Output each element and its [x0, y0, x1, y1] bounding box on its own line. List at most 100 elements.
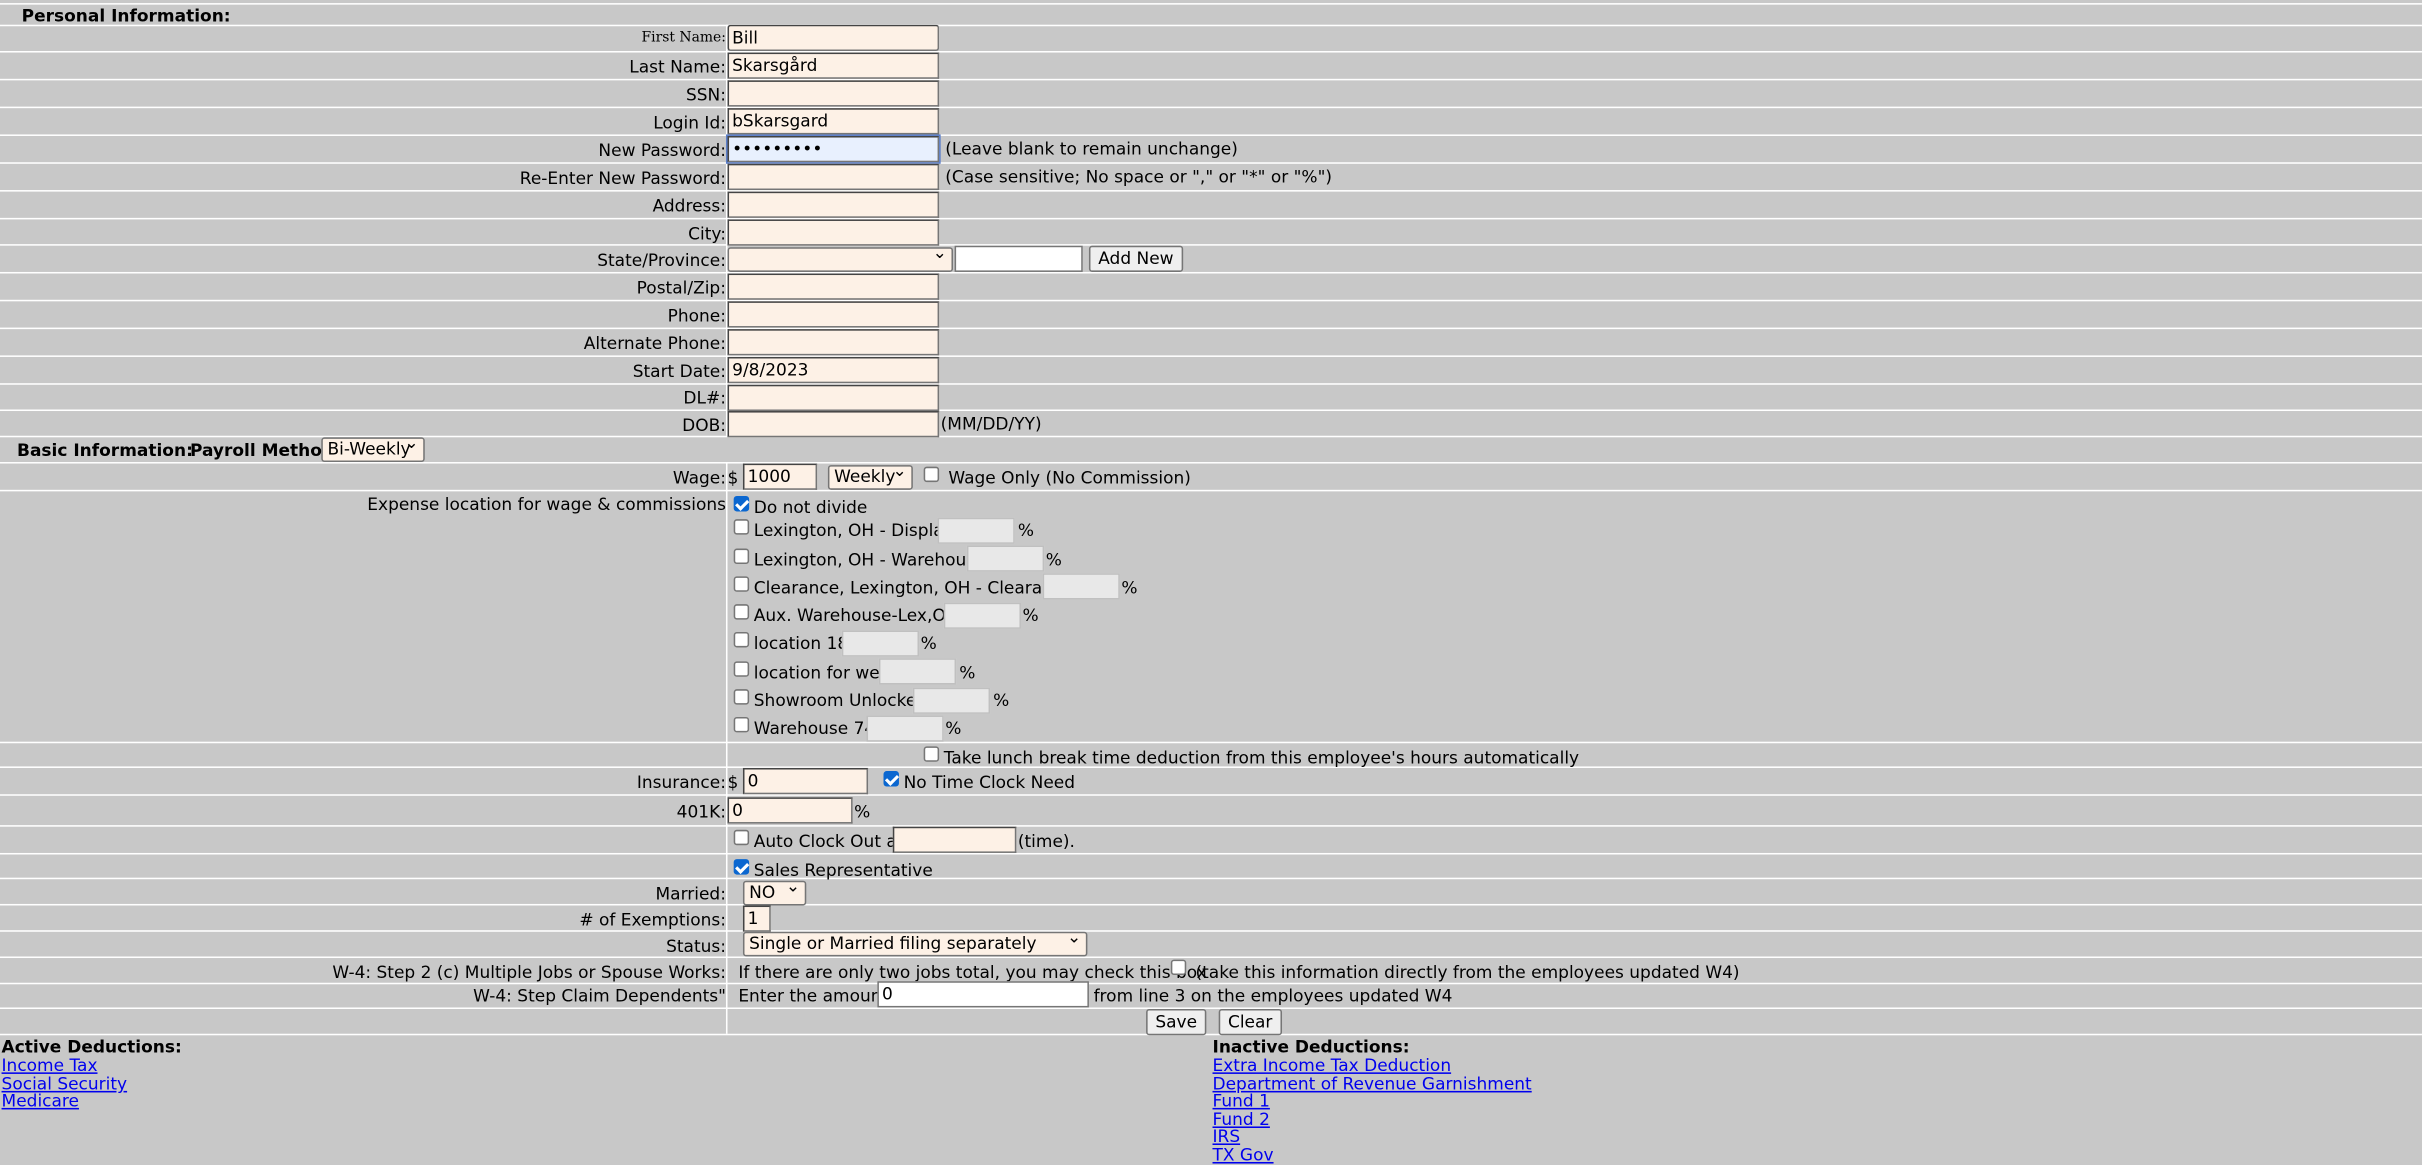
row-line [0, 825, 2422, 827]
active-deduction-link[interactable]: Income Tax [2, 1055, 98, 1075]
location-percent-input[interactable] [937, 517, 1015, 544]
location-label: location 18 [753, 633, 849, 654]
location-checkbox[interactable] [733, 576, 750, 592]
percent-sign: % [959, 662, 976, 683]
location-percent-input[interactable] [841, 630, 920, 657]
city-input[interactable] [727, 219, 940, 246]
expense-location-label: Expense location for wage & commissions [367, 494, 726, 515]
row-line [0, 930, 2422, 932]
k401-percent: % [854, 801, 871, 823]
payroll-method-label: Payroll Method [189, 440, 335, 461]
ssn-input[interactable] [727, 80, 940, 107]
lunch-deduction-checkbox[interactable] [923, 746, 940, 762]
postal-input[interactable] [727, 273, 940, 300]
section-title-personal: Personal Information: [21, 6, 231, 27]
location-checkbox[interactable] [733, 661, 750, 677]
sales-rep-checkbox[interactable] [733, 859, 750, 875]
address-input[interactable] [727, 191, 940, 218]
w4-multiple-jobs-checkbox[interactable] [1170, 959, 1187, 976]
do-not-divide-label: Do not divide [753, 497, 868, 518]
location-percent-input[interactable] [866, 715, 944, 742]
sales-rep-label: Sales Representative [753, 860, 933, 881]
add-new-button[interactable]: Add New [1088, 245, 1183, 272]
state-select[interactable] [727, 247, 954, 272]
location-checkbox[interactable] [733, 548, 750, 564]
wage-only-checkbox[interactable] [923, 466, 940, 483]
start-date-input[interactable]: 9/8/2023 [727, 356, 940, 384]
new-password-input[interactable]: ••••••••• [725, 134, 941, 164]
alt-phone-label: Alternate Phone: [583, 333, 726, 354]
active-deduction-link[interactable]: Medicare [2, 1091, 79, 1111]
row-line [0, 134, 2422, 136]
percent-sign: % [920, 633, 937, 654]
row-line [0, 956, 2422, 959]
location-label: Warehouse 74 [753, 718, 876, 739]
w4-multiple-jobs-note: (take this information directly from the… [1195, 962, 1740, 983]
first-name-input[interactable]: Bill [727, 24, 940, 51]
no-time-clock-label: No Time Clock Need [903, 772, 1076, 793]
k401-input[interactable]: 0 [727, 797, 853, 824]
married-select[interactable]: NO [742, 880, 807, 906]
auto-clock-out-label: Auto Clock Out at [753, 831, 904, 852]
row-line [0, 190, 2422, 192]
employee-form: Personal Information: First Name: Bill L… [0, 0, 2422, 1165]
inactive-deduction-link[interactable]: Extra Income Tax Deduction [1213, 1055, 1452, 1075]
wage-input[interactable]: 1000 [742, 463, 818, 490]
last-name-label: Last Name: [629, 57, 726, 78]
filing-status-select[interactable]: Single or Married filing separately [742, 931, 1088, 957]
row-line [0, 50, 2422, 53]
percent-sign: % [1022, 605, 1039, 626]
w4-multiple-jobs-text: If there are only two jobs total, you ma… [738, 962, 1207, 983]
location-checkbox[interactable] [733, 519, 750, 535]
location-checkbox[interactable] [733, 716, 750, 733]
w4-multiple-jobs-label: W-4: Step 2 (c) Multiple Jobs or Spouse … [332, 962, 726, 983]
insurance-label: Insurance: [636, 772, 726, 793]
last-name-input[interactable]: Skarsgård [727, 52, 940, 79]
location-percent-input[interactable] [878, 658, 957, 685]
inactive-deduction-link[interactable]: IRS [1213, 1126, 1241, 1146]
dob-input[interactable] [727, 411, 940, 438]
save-button[interactable]: Save [1146, 1009, 1207, 1036]
new-state-input[interactable] [954, 245, 1083, 272]
alt-phone-input[interactable] [727, 329, 940, 356]
location-percent-input[interactable] [943, 602, 1021, 629]
row-line [0, 741, 2422, 744]
dl-input[interactable] [727, 384, 940, 412]
percent-sign: % [1017, 520, 1035, 541]
login-id-input[interactable]: bSkarsgard [727, 108, 940, 135]
w4-dependents-text: Enter the amount [738, 985, 889, 1006]
location-percent-input[interactable] [966, 545, 1045, 572]
auto-clock-out-time-input[interactable] [892, 826, 1017, 853]
k401-label: 401K: [676, 801, 726, 823]
payroll-method-select[interactable]: Bi-Weekly [321, 437, 425, 463]
state-label: State/Province: [597, 250, 726, 271]
location-checkbox[interactable] [733, 631, 750, 648]
no-time-clock-checkbox[interactable] [883, 771, 899, 787]
city-label: City: [688, 224, 726, 245]
phone-input[interactable] [727, 301, 940, 328]
auto-clock-out-hint: (time). [1017, 831, 1075, 852]
row-line [0, 244, 2422, 246]
exemptions-input[interactable]: 1 [742, 905, 771, 932]
location-label: Lexington, OH - Display [753, 520, 954, 541]
location-checkbox[interactable] [733, 604, 750, 620]
ssn-label: SSN: [685, 84, 726, 106]
reenter-password-input[interactable] [727, 163, 940, 191]
w4-dependents-input[interactable]: 0 [877, 981, 1089, 1008]
lunch-deduction-label: Take lunch break time deduction from thi… [943, 747, 1580, 768]
auto-clock-out-checkbox[interactable] [733, 829, 750, 846]
wage-period-select[interactable]: Weekly [827, 465, 913, 490]
section-title-basic: Basic Information: [16, 440, 193, 461]
row-line [0, 24, 2422, 27]
inactive-deduction-link[interactable]: Fund 1 [1213, 1091, 1270, 1111]
location-checkbox[interactable] [733, 689, 750, 705]
insurance-input[interactable]: 0 [742, 767, 869, 795]
clear-button[interactable]: Clear [1218, 1009, 1282, 1036]
start-date-label: Start Date: [632, 361, 726, 382]
first-name-label: First Name: [641, 30, 726, 47]
row-line [0, 1033, 2422, 1036]
location-percent-input[interactable] [1042, 573, 1120, 600]
row-line [0, 162, 2422, 164]
do-not-divide-checkbox[interactable] [733, 496, 750, 512]
location-percent-input[interactable] [912, 687, 991, 714]
